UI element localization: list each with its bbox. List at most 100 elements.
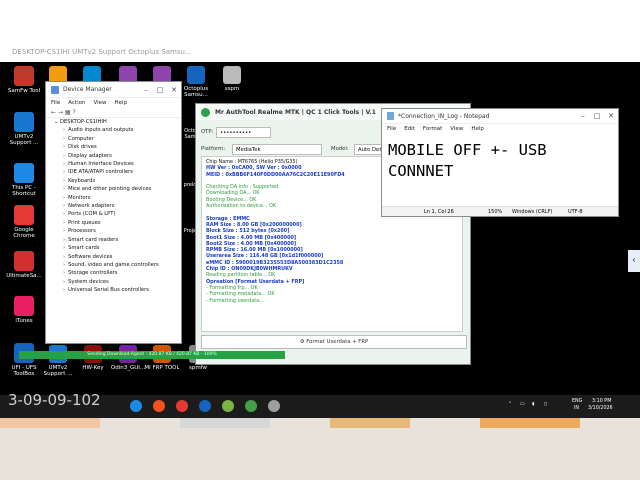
- menu-item[interactable]: File: [387, 126, 396, 132]
- notepad-title: *Connection_IN_Log - Notepad: [398, 112, 490, 120]
- platform-select[interactable]: MediaTek: [232, 144, 322, 155]
- device-category[interactable]: Computer: [54, 135, 181, 143]
- maximize-icon[interactable]: □: [590, 112, 604, 120]
- device-category[interactable]: Keyboards: [54, 177, 181, 185]
- format-icon: ⚙: [299, 339, 305, 345]
- desktop-icon[interactable]: UltimateSa...: [4, 251, 44, 279]
- notepad-window: *Connection_IN_Log - Notepad – □ ✕ File Edi…: [381, 108, 619, 217]
- device-category[interactable]: Smart card readers: [54, 236, 181, 244]
- desktop-icon-label: spmfw: [188, 365, 208, 371]
- back-arrow-icon[interactable]: ←: [51, 109, 56, 116]
- taskbar: 3-09-09-102 ⌃ ▭ ◖ ▯ ENG IN 3:10 PM 3/10/…: [0, 391, 640, 418]
- device-manager-titlebar[interactable]: Device Manager – □ ✕: [46, 82, 181, 98]
- top-overlay-strip: DESKTOP-CS1IHI UMTv2 Support Octoplus Sa…: [0, 0, 640, 62]
- properties-icon[interactable]: ▦: [65, 109, 71, 116]
- cursor-position: Ln 1, Col 26: [424, 208, 454, 215]
- app-icon: [223, 66, 241, 84]
- language-indicator[interactable]: ENG: [572, 399, 582, 404]
- language-indicator-2[interactable]: IN: [574, 406, 579, 411]
- menu-item[interactable]: View: [450, 126, 463, 132]
- device-tree-root[interactable]: ⌄ DESKTOP-CS1IHIH: [54, 118, 181, 126]
- notepad-text-area[interactable]: MOBILE OFF +- USB CONNNET: [382, 134, 618, 188]
- model-label: Model:: [331, 146, 349, 152]
- speaker-icon[interactable]: ◖: [532, 402, 535, 407]
- format-userdata-frp-button[interactable]: ⚙ Format Userdata + FRP: [201, 335, 467, 349]
- device-category[interactable]: Display adapters: [54, 152, 181, 160]
- device-category[interactable]: IDE ATA/ATAPI controllers: [54, 168, 181, 176]
- desktop-icon[interactable]: This PC - Shortcut: [4, 163, 44, 197]
- taskbar-app-icon[interactable]: [222, 400, 234, 412]
- desktop-icon-label: iTunes: [15, 318, 33, 324]
- desktop-icon[interactable]: UMTv2 Support ...: [4, 112, 44, 146]
- taskbar-overlay-text: 3-09-09-102: [8, 391, 101, 409]
- app-icon: [14, 163, 34, 183]
- clock-date[interactable]: 3/10/2026: [588, 406, 613, 411]
- desktop-icon[interactable]: Google Chrome: [4, 205, 44, 239]
- menu-item[interactable]: Help: [471, 126, 484, 132]
- app-icon: [14, 112, 34, 132]
- device-category[interactable]: Human Interface Devices: [54, 160, 181, 168]
- platform-label: Platform:: [201, 146, 226, 152]
- menu-item[interactable]: Format: [423, 126, 442, 132]
- device-category[interactable]: Storage controllers: [54, 269, 181, 277]
- close-icon[interactable]: ✕: [604, 112, 618, 120]
- device-category[interactable]: Software devices: [54, 253, 181, 261]
- zoom-level: 150%: [488, 208, 503, 215]
- desktop-icon[interactable]: sspm: [212, 66, 252, 92]
- desktop-icon-label: UMTv2 Support ...: [9, 134, 39, 146]
- desktop-icon-label: SamFw Tool: [7, 88, 41, 94]
- menu-item[interactable]: Action: [68, 100, 85, 106]
- taskbar-app-icon[interactable]: [130, 400, 142, 412]
- device-tree: ⌄ DESKTOP-CS1IHIH Audio inputs and outpu…: [46, 118, 181, 295]
- device-category[interactable]: Universal Serial Bus controllers: [54, 286, 181, 294]
- menu-item[interactable]: File: [51, 100, 60, 106]
- chevron-left-icon[interactable]: ‹: [628, 250, 640, 272]
- device-category[interactable]: Processors: [54, 227, 181, 235]
- notepad-statusbar: Ln 1, Col 26 150% Windows (CRLF) UTF-8: [382, 206, 618, 216]
- close-icon[interactable]: ✕: [167, 86, 181, 94]
- desktop-icon[interactable]: UMTv2 Support ...: [38, 345, 78, 377]
- menu-item[interactable]: Help: [115, 100, 128, 106]
- taskbar-app-icon[interactable]: [268, 400, 280, 412]
- taskbar-app-icon[interactable]: [176, 400, 188, 412]
- maximize-icon[interactable]: □: [153, 86, 167, 94]
- desktop-icon[interactable]: iTunes: [4, 296, 44, 324]
- notepad-titlebar[interactable]: *Connection_IN_Log - Notepad – □ ✕: [382, 109, 618, 124]
- device-category[interactable]: Print queues: [54, 219, 181, 227]
- device-category[interactable]: Disk drives: [54, 143, 181, 151]
- device-category[interactable]: System devices: [54, 278, 181, 286]
- device-category[interactable]: Audio inputs and outputs: [54, 126, 181, 134]
- desktop-icon-label: UltimateSa...: [6, 273, 42, 279]
- desktop-icon-label: sspm: [224, 86, 240, 92]
- taskbar-app-icon[interactable]: [245, 400, 257, 412]
- minimize-icon[interactable]: –: [576, 112, 590, 120]
- device-category[interactable]: Smart cards: [54, 244, 181, 252]
- help-icon[interactable]: ?: [73, 109, 76, 116]
- battery-icon[interactable]: ▯: [544, 402, 547, 407]
- clock-time[interactable]: 3:10 PM: [592, 399, 611, 404]
- device-category[interactable]: Monitors: [54, 194, 181, 202]
- minimize-icon[interactable]: –: [139, 86, 153, 94]
- log-line: - Formatting userdata...: [206, 297, 264, 304]
- menu-item[interactable]: View: [93, 100, 106, 106]
- desktop-icon-label: This PC - Shortcut: [12, 185, 36, 197]
- device-category[interactable]: Sound, video and game controllers: [54, 261, 181, 269]
- desktop-icon[interactable]: Octoplus Samsu...: [176, 66, 216, 98]
- taskbar-app-icon[interactable]: [199, 400, 211, 412]
- taskbar-app-icon[interactable]: [153, 400, 165, 412]
- device-category[interactable]: Network adapters: [54, 202, 181, 210]
- download-progress-bar: Sending Download-Agent : 420.87 KB / 420…: [19, 351, 285, 359]
- otp-field[interactable]: ••••••••••: [216, 127, 271, 138]
- app-icon: [14, 66, 34, 86]
- bottom-overlay-strip: [0, 418, 640, 480]
- desktop-icon-label: Octoplus Samsu...: [183, 86, 209, 98]
- notepad-icon: [387, 112, 394, 120]
- device-category[interactable]: Mice and other pointing devices: [54, 185, 181, 193]
- menu-item[interactable]: Edit: [404, 126, 415, 132]
- mrt-logo-icon: [201, 107, 210, 117]
- network-icon[interactable]: ▭: [520, 402, 525, 407]
- desktop-icon-label: Google Chrome: [13, 227, 35, 239]
- forward-arrow-icon[interactable]: →: [58, 109, 63, 116]
- chevron-up-icon[interactable]: ⌃: [508, 402, 512, 407]
- device-category[interactable]: Ports (COM & LPT): [54, 210, 181, 218]
